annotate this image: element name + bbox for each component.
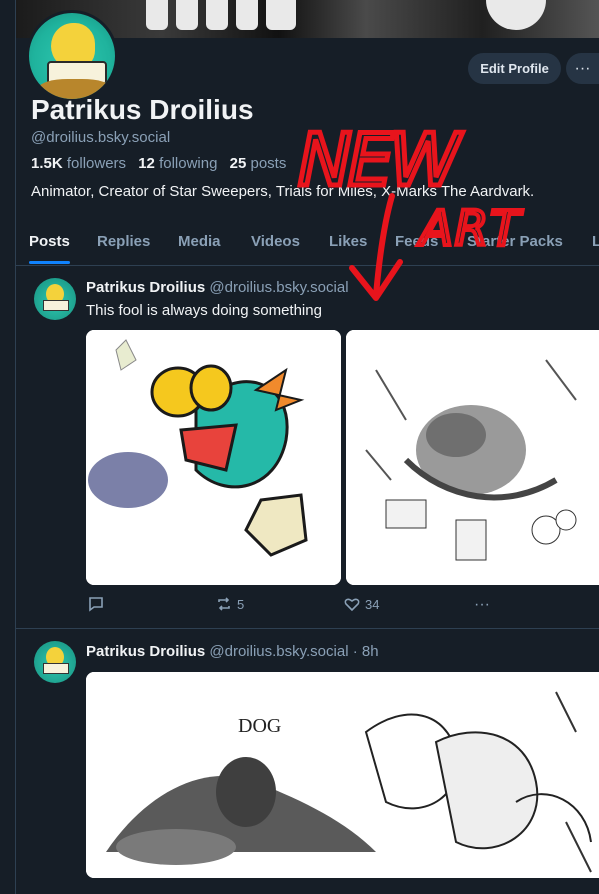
posts-count: 25: [229, 155, 247, 172]
post-author-handle[interactable]: @droilius.bsky.social · 8h: [209, 643, 378, 660]
post-author-name[interactable]: Patrikus Droilius: [86, 643, 205, 660]
post-image[interactable]: [86, 330, 341, 585]
following-label: following: [159, 155, 218, 172]
followers-label: followers: [66, 155, 127, 172]
post-header: Patrikus Droilius @droilius.bsky.social …: [86, 643, 379, 660]
followers-count: 1.5K: [31, 155, 63, 172]
sketch-image: [346, 330, 599, 585]
profile-avatar[interactable]: [26, 10, 118, 102]
tab-likes[interactable]: Likes: [329, 233, 367, 250]
tab-starter-packs[interactable]: Starter Packs: [467, 233, 563, 250]
more-icon: ···: [474, 596, 490, 613]
posts-stat: 25 posts: [230, 155, 295, 172]
post-author-name[interactable]: Patrikus Droilius: [86, 279, 205, 296]
more-icon: ···: [574, 59, 591, 77]
repost-button[interactable]: 5: [216, 596, 244, 612]
post-image[interactable]: DOG: [86, 672, 599, 878]
profile-stats: 1.5K followers 12 following 25 posts: [31, 155, 294, 172]
reply-button[interactable]: [88, 596, 109, 612]
banner-art: [486, 0, 546, 30]
like-count: 34: [365, 596, 380, 612]
tab-replies[interactable]: Replies: [97, 233, 150, 250]
tab-media[interactable]: Media: [178, 233, 221, 250]
post-actions: 5 34 ···: [86, 596, 506, 616]
posts-label: posts: [250, 155, 287, 172]
cartoon-character-image: [86, 330, 341, 585]
tab-posts[interactable]: Posts: [29, 233, 70, 250]
reply-icon: [89, 597, 103, 612]
followers-link[interactable]: 1.5K followers: [31, 155, 134, 172]
avatar-art: [43, 663, 69, 674]
like-button[interactable]: 34: [344, 596, 379, 612]
heart-icon: [344, 598, 360, 612]
post-author-avatar[interactable]: [34, 278, 76, 320]
profile-display-name: Patrikus Droilius: [31, 94, 254, 125]
banner-art: [176, 0, 198, 30]
feed-post[interactable]: Patrikus Droilius @droilius.bsky.social …: [16, 266, 599, 628]
tab-feeds[interactable]: Feeds: [395, 233, 438, 250]
banner-art: [206, 0, 228, 30]
post-more-button[interactable]: ···: [474, 596, 490, 614]
post-text: This fool is always doing something: [86, 302, 322, 319]
post-image[interactable]: [346, 330, 599, 585]
banner-art: [146, 0, 168, 30]
following-link[interactable]: 12 following: [138, 155, 225, 172]
profile-tabs: Posts Replies Media Videos Likes Feeds S…: [16, 228, 599, 266]
avatar-art: [43, 300, 69, 311]
post-author-avatar[interactable]: [34, 641, 76, 683]
tab-videos[interactable]: Videos: [251, 233, 300, 250]
profile-bio: Animator, Creator of Star Sweepers, Tria…: [31, 183, 535, 200]
tab-lists[interactable]: L: [592, 233, 599, 250]
profile-handle: @droilius.bsky.social: [31, 129, 171, 146]
repost-count: 5: [237, 596, 245, 612]
image-caption: DOG: [238, 715, 281, 737]
post-header: Patrikus Droilius @droilius.bsky.social: [86, 279, 349, 296]
sketch-image: DOG: [86, 672, 599, 878]
repost-icon: [218, 597, 230, 611]
edit-profile-button[interactable]: Edit Profile: [468, 53, 561, 84]
post-author-handle[interactable]: @droilius.bsky.social: [209, 279, 348, 296]
banner-art: [266, 0, 296, 30]
banner-art: [236, 0, 258, 30]
active-tab-indicator: [29, 261, 70, 264]
following-count: 12: [138, 155, 155, 172]
feed-post[interactable]: Patrikus Droilius @droilius.bsky.social …: [16, 629, 599, 894]
more-options-button[interactable]: ···: [566, 53, 599, 84]
